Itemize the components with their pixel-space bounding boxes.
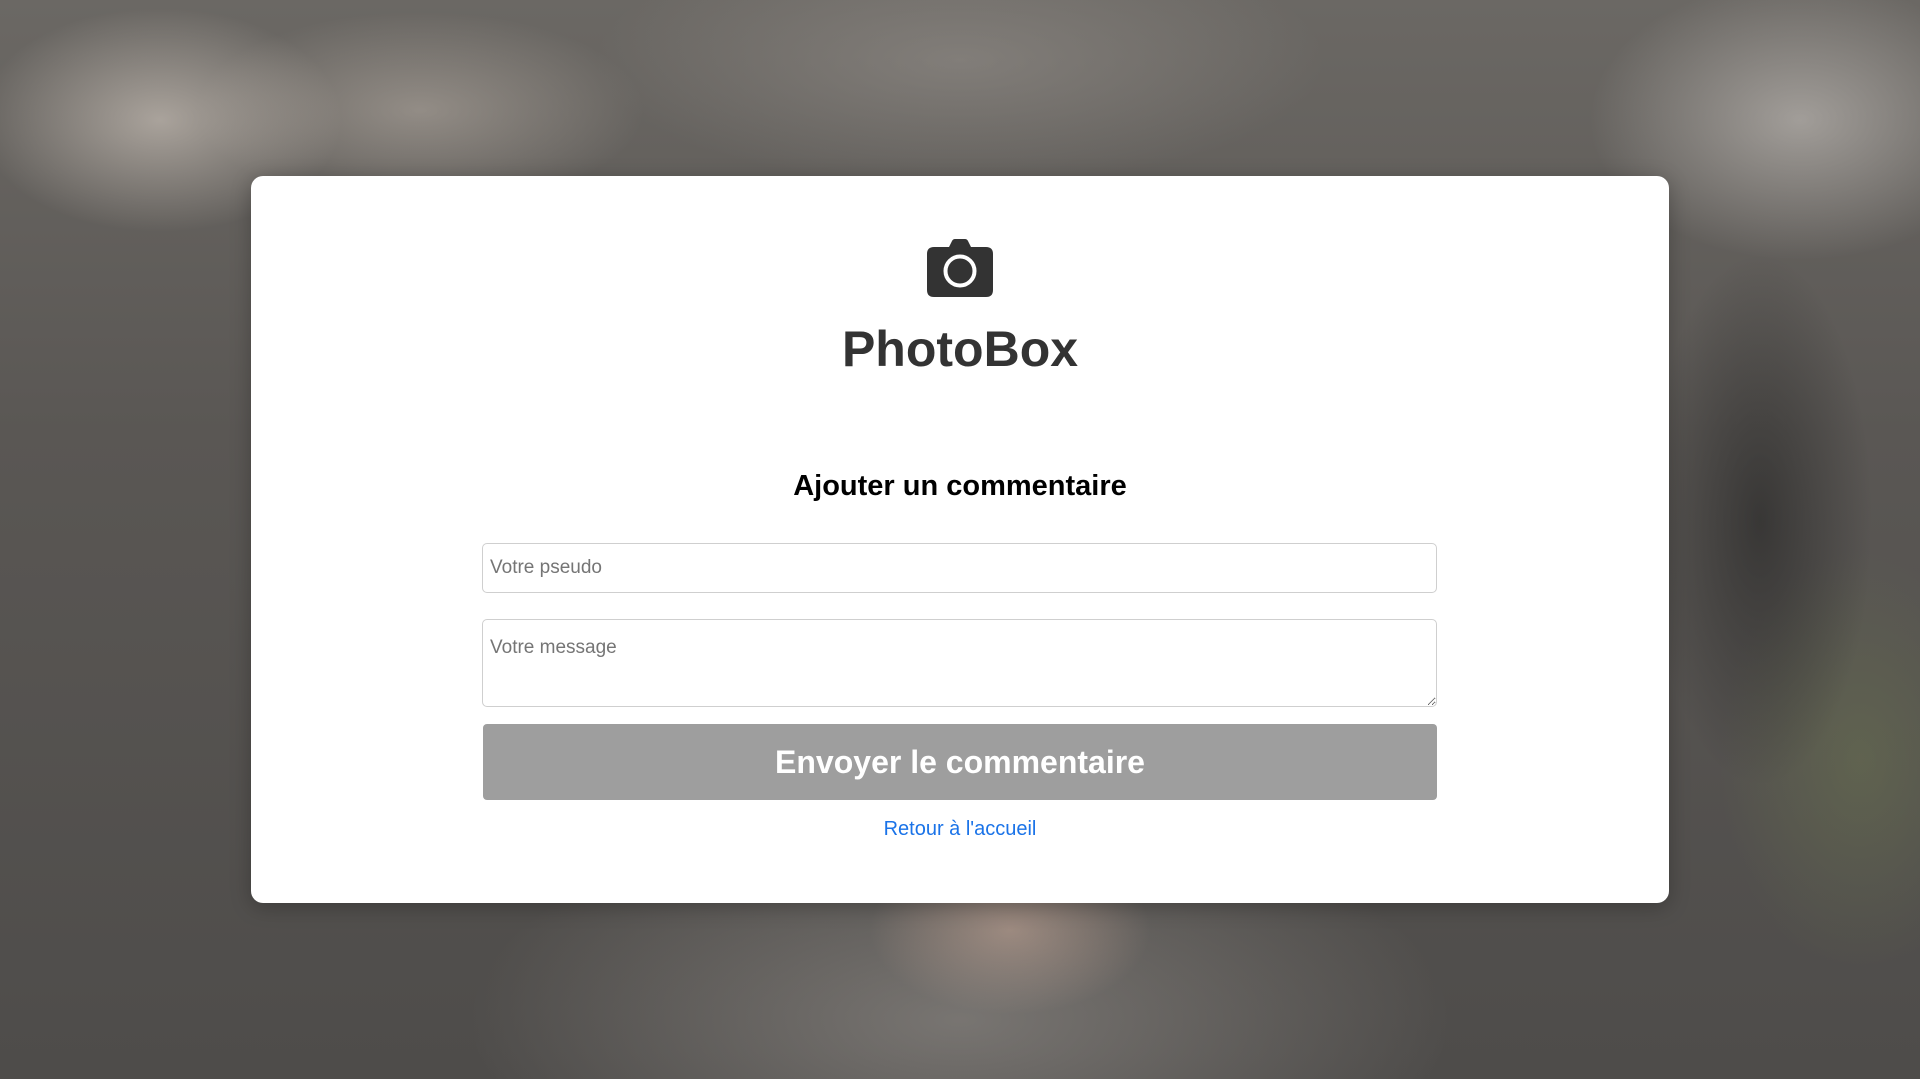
submit-comment-button[interactable]: Envoyer le commentaire [483, 724, 1437, 800]
message-textarea[interactable] [482, 619, 1437, 707]
pseudo-input[interactable] [482, 543, 1437, 593]
comment-card: PhotoBox Ajouter un commentaire Envoyer … [251, 176, 1669, 903]
app-title: PhotoBox [841, 321, 1079, 377]
back-link-container: Retour à l'accueil [251, 817, 1669, 841]
camera-icon [927, 239, 993, 297]
back-home-link[interactable]: Retour à l'accueil [884, 818, 1037, 840]
form-heading: Ajouter un commentaire [793, 470, 1127, 502]
